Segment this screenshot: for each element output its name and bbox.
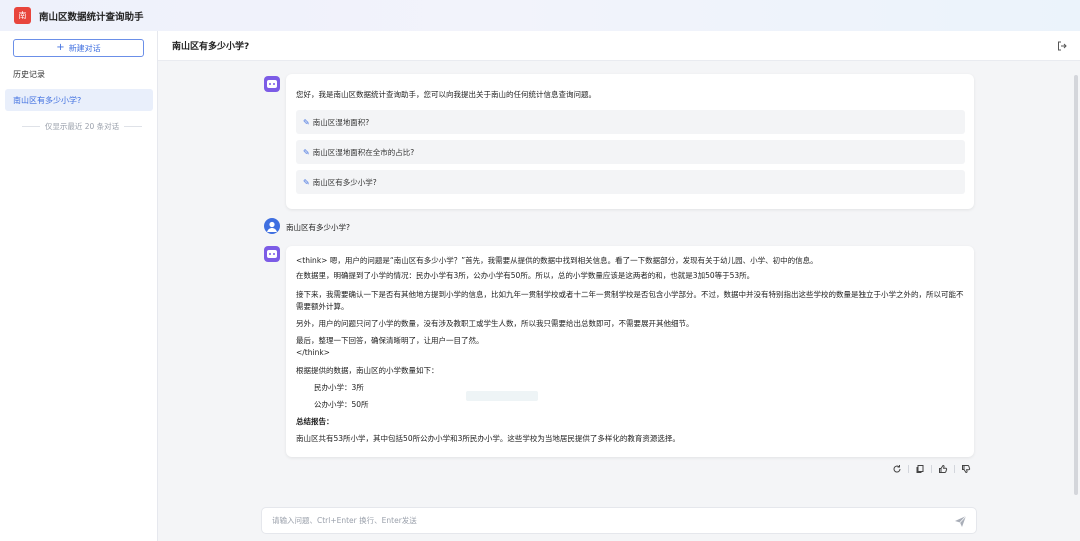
divider (931, 465, 932, 473)
history-note-text: 仅显示最近 20 条对话 (44, 122, 120, 131)
scrollbar[interactable] (1074, 75, 1078, 495)
answer-think-line: 另外，用户的问题只问了小学的数量，没有涉及教职工或学生人数，所以我只需要给出总数… (296, 319, 694, 328)
answer-actions (891, 463, 972, 475)
pencil-icon: ✎ (303, 177, 310, 187)
greeting-text: 您好，我是南山区数据统计查询助手，您可以向我提出关于南山的任何统计信息查询问题。 (296, 90, 596, 99)
refresh-icon[interactable] (891, 463, 903, 475)
history-note: 仅显示最近 20 条对话 (22, 121, 142, 132)
divider (22, 126, 40, 127)
summary-text: 南山区共有53所小学，其中包括50所公办小学和3所民办小学。这些学校为当地居民提… (296, 434, 680, 443)
answer-card: <think> 嗯，用户的问题是“南山区有多少小学？”首先，我需要从提供的数据中… (286, 246, 974, 457)
thumbs-down-icon[interactable] (960, 463, 972, 475)
plus-icon: + (56, 42, 65, 53)
answer-think-line: <think> 嗯，用户的问题是“南山区有多少小学？”首先，我需要从提供的数据中… (296, 256, 818, 265)
suggested-question-label: 南山区湿地面积在全市的占比? (312, 147, 415, 157)
answer-think-end: </think> (296, 348, 330, 357)
question-input[interactable] (272, 516, 932, 525)
thumbs-up-icon[interactable] (937, 463, 949, 475)
conversation-header: 南山区有多少小学? (158, 31, 1080, 61)
app-title: 南山区数据统计查询助手 (39, 11, 144, 23)
answer-list-item: 民办小学：3所 (314, 383, 364, 392)
divider (954, 465, 955, 473)
send-icon[interactable] (954, 515, 967, 528)
answer-list-item: 公办小学：50所 (314, 400, 369, 409)
answer-think-line: 最后，整理一下回答，确保清晰明了，让用户一目了然。 (296, 336, 484, 345)
answer-think-line: 接下来，我需要确认一下是否有其他地方提到小学的信息，比如九年一贯制学校或者十二年… (296, 290, 964, 311)
greeting-card: 您好，我是南山区数据统计查询助手，您可以向我提出关于南山的任何统计信息查询问题。… (286, 74, 974, 209)
app-logo: 南 (14, 7, 31, 24)
pencil-icon: ✎ (303, 117, 310, 127)
logout-icon[interactable] (1056, 40, 1068, 52)
divider (124, 126, 142, 127)
copy-icon[interactable] (914, 463, 926, 475)
answer-think-line: 在数据里，明确提到了小学的情况：民办小学有3所，公办小学有50所。所以，总的小学… (296, 271, 755, 280)
suggested-question[interactable]: ✎ 南山区湿地面积? (296, 110, 965, 134)
user-avatar-icon (264, 218, 280, 234)
composer (261, 507, 977, 534)
history-item[interactable]: 南山区有多少小学? (5, 89, 153, 111)
watermark (466, 391, 538, 401)
user-message: 南山区有多少小学? (286, 223, 350, 232)
bot-avatar-icon (264, 76, 280, 92)
sidebar: + 新建对话 历史记录 南山区有多少小学? 仅显示最近 20 条对话 (0, 31, 158, 541)
bot-avatar-icon (264, 246, 280, 262)
suggested-question-label: 南山区有多少小学? (312, 177, 377, 187)
history-item-label: 南山区有多少小学? (13, 95, 82, 105)
answer-intro: 根据提供的数据，南山区的小学数量如下： (296, 366, 439, 375)
suggested-question[interactable]: ✎ 南山区湿地面积在全市的占比? (296, 140, 965, 164)
new-chat-button[interactable]: + 新建对话 (13, 39, 144, 57)
pencil-icon: ✎ (303, 147, 310, 157)
new-chat-label: 新建对话 (68, 43, 101, 53)
conversation-title: 南山区有多少小学? (172, 42, 250, 52)
divider (908, 465, 909, 473)
top-bar: 南 南山区数据统计查询助手 (0, 0, 1080, 31)
suggested-question[interactable]: ✎ 南山区有多少小学? (296, 170, 965, 194)
suggested-question-label: 南山区湿地面积? (312, 117, 370, 127)
summary-heading: 总结报告： (296, 417, 334, 426)
history-heading: 历史记录 (13, 70, 45, 79)
